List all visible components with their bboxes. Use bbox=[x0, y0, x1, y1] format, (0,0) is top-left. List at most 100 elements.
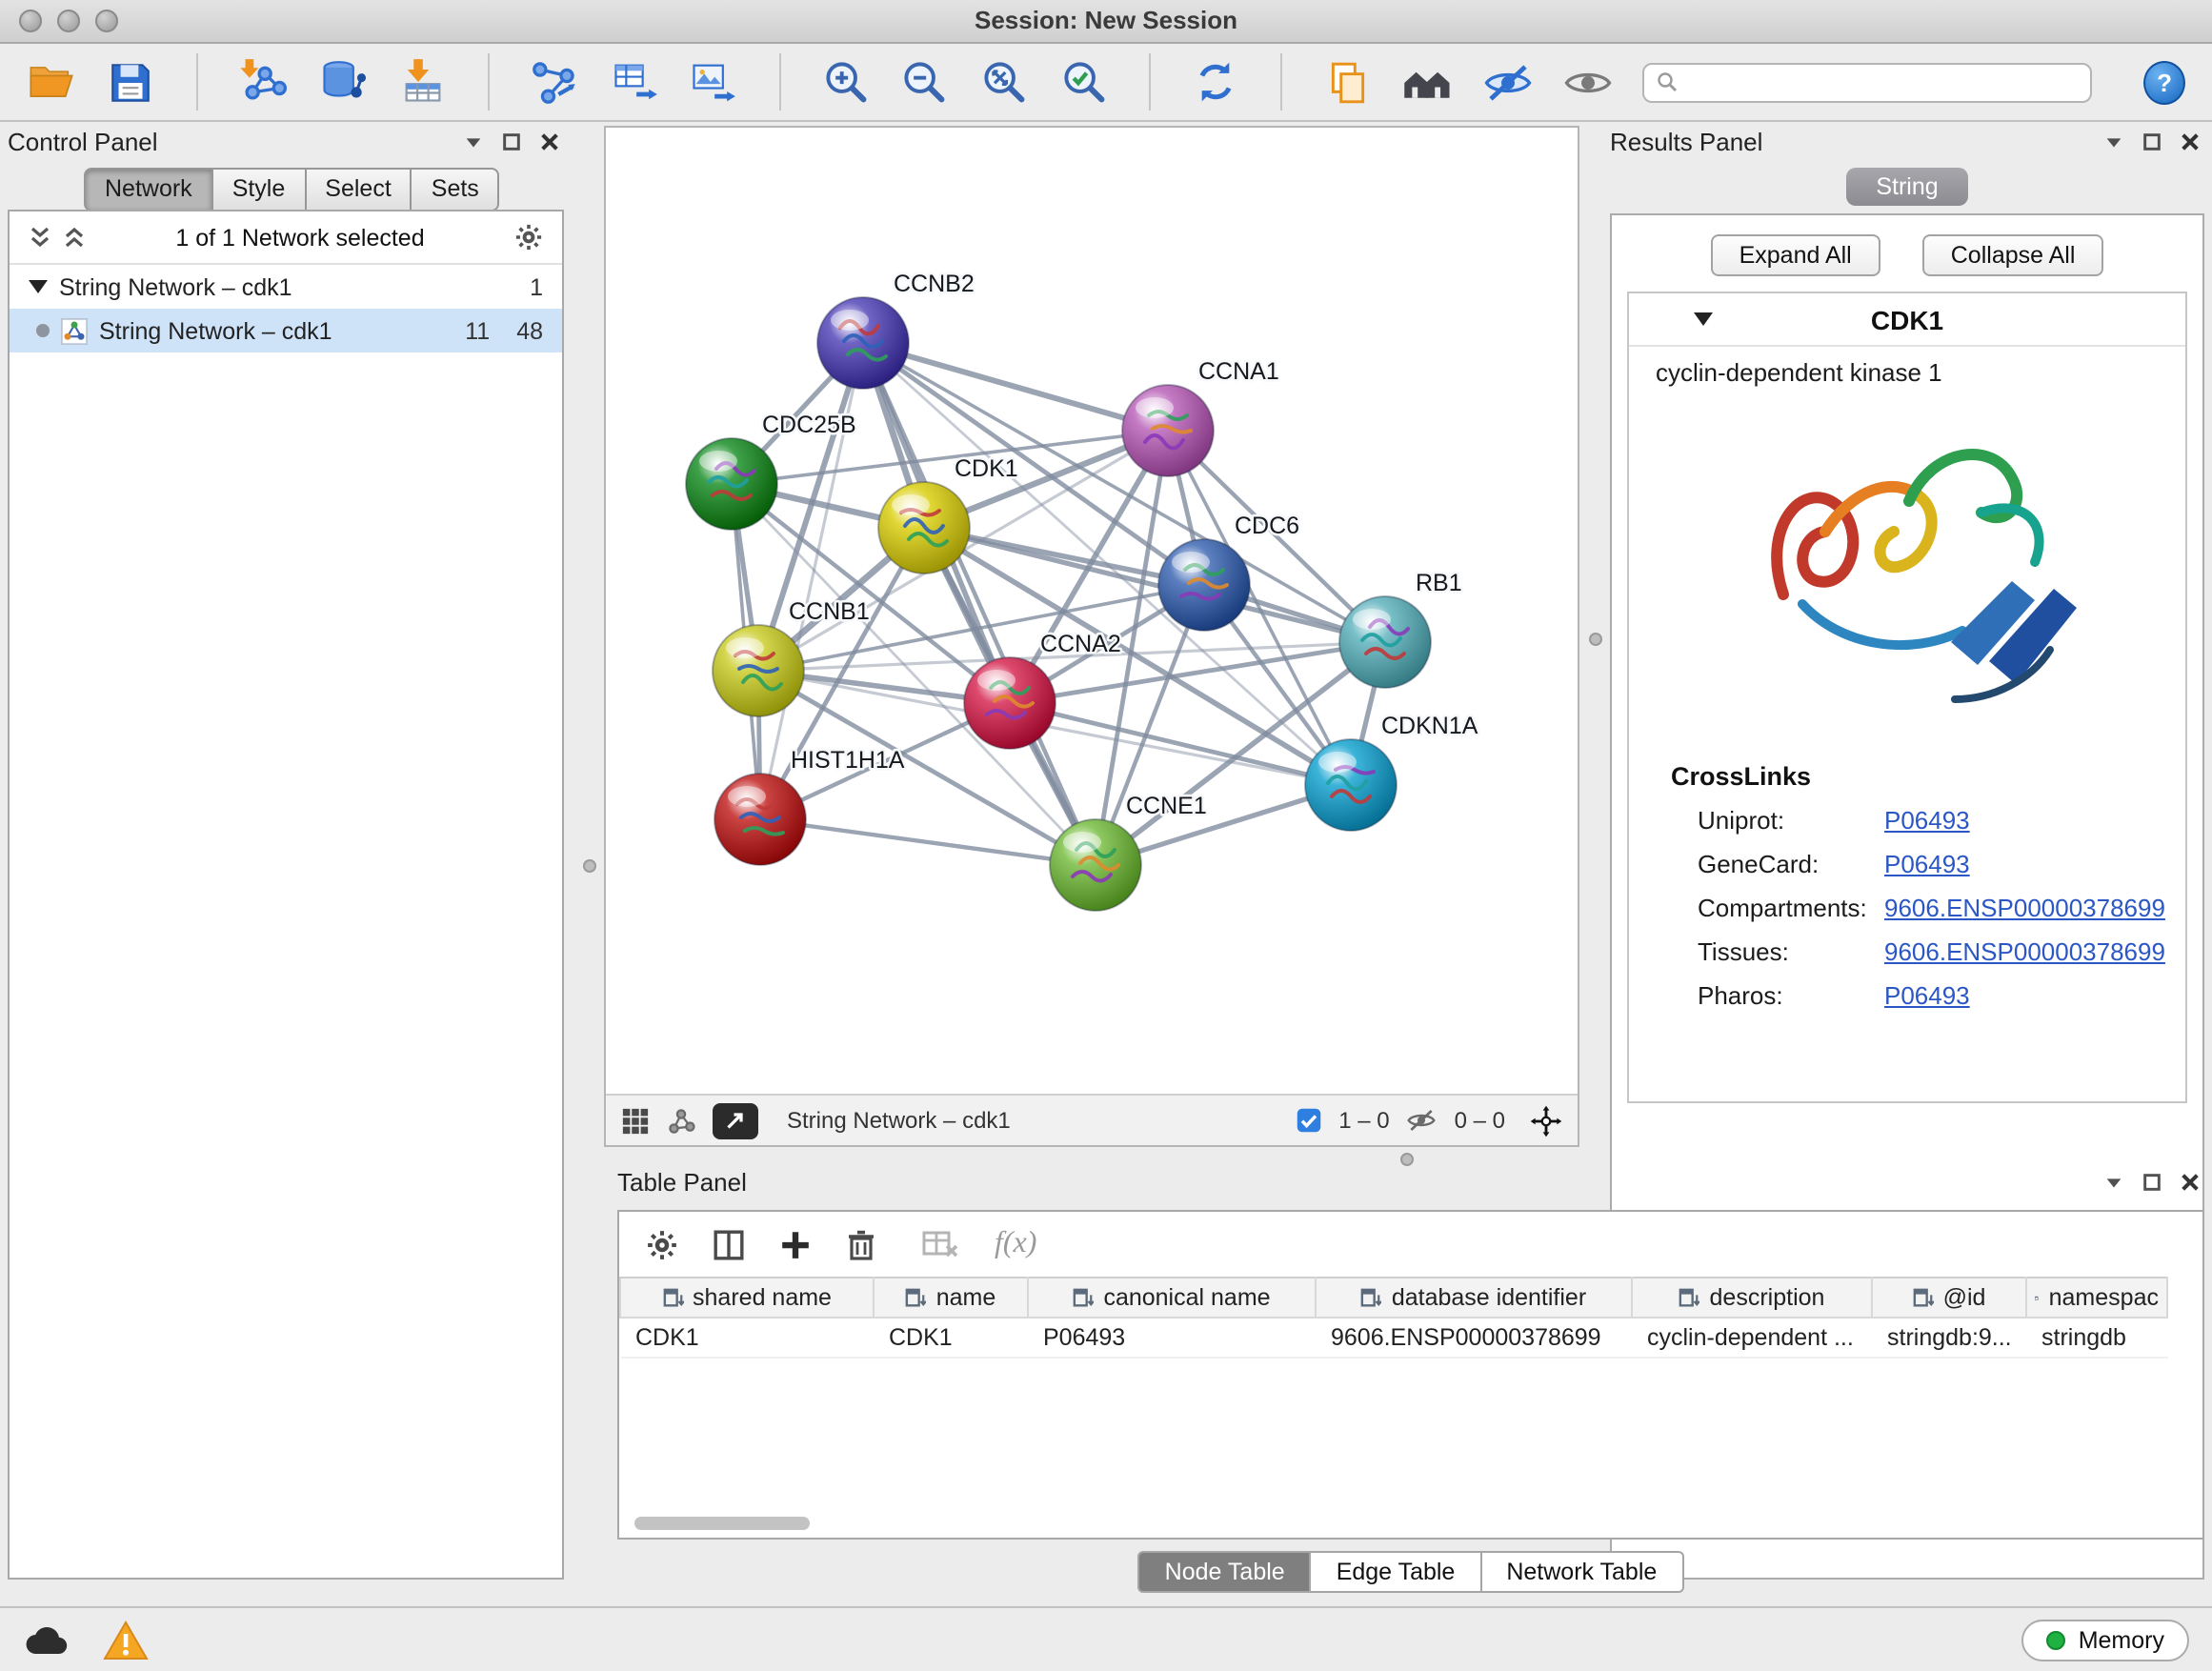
vertical-splitter-handle[interactable] bbox=[1589, 633, 1602, 646]
panel-menu-caret-icon[interactable] bbox=[2103, 1171, 2124, 1192]
network-node-rb1[interactable]: RB1 bbox=[1339, 570, 1462, 688]
detach-view-button[interactable] bbox=[713, 1102, 758, 1138]
panel-close-icon[interactable] bbox=[539, 131, 560, 151]
table-options-gear-icon[interactable] bbox=[646, 1228, 678, 1260]
network-edge[interactable] bbox=[863, 343, 1096, 865]
panel-close-icon[interactable] bbox=[2180, 131, 2201, 151]
collapse-all-networks-icon[interactable] bbox=[63, 225, 86, 250]
network-node-hist1h1a[interactable]: HIST1H1A bbox=[714, 747, 905, 865]
crosslink-tissues-link[interactable]: 9606.ENSP00000378699 bbox=[1884, 937, 2165, 966]
tab-edge-table[interactable]: Edge Table bbox=[1312, 1551, 1482, 1593]
tab-sets[interactable]: Sets bbox=[412, 168, 500, 211]
expand-all-networks-icon[interactable] bbox=[29, 225, 51, 250]
tab-node-table[interactable]: Node Table bbox=[1138, 1551, 1312, 1593]
cell-id[interactable]: stringdb:9... bbox=[1872, 1318, 2026, 1358]
save-session-icon[interactable] bbox=[106, 55, 156, 109]
open-session-icon[interactable] bbox=[27, 55, 77, 109]
cell-database-identifier[interactable]: 9606.ENSP00000378699 bbox=[1316, 1318, 1632, 1358]
view-network-icon[interactable] bbox=[667, 1106, 695, 1135]
horizontal-scrollbar-thumb[interactable] bbox=[634, 1517, 810, 1530]
cloud-icon[interactable] bbox=[23, 1621, 72, 1659]
help-icon[interactable]: ? bbox=[2143, 60, 2185, 104]
network-node-ccnb1[interactable]: CCNB1 bbox=[713, 598, 870, 716]
vertical-splitter-handle[interactable] bbox=[583, 859, 596, 873]
function-builder-icon[interactable]: f(x) bbox=[995, 1227, 1036, 1261]
column-header[interactable]: description bbox=[1632, 1278, 1872, 1318]
cell-name[interactable]: CDK1 bbox=[874, 1318, 1028, 1358]
network-edge[interactable] bbox=[863, 343, 1168, 431]
panel-close-icon[interactable] bbox=[2180, 1171, 2201, 1192]
column-header[interactable]: database identifier bbox=[1316, 1278, 1632, 1318]
home-icon[interactable] bbox=[1402, 55, 1454, 109]
import-table-from-file-icon[interactable] bbox=[397, 55, 448, 109]
tab-network[interactable]: Network bbox=[84, 168, 213, 211]
warning-icon[interactable] bbox=[103, 1619, 149, 1661]
hide-selected-icon[interactable] bbox=[1482, 55, 1534, 109]
copy-documents-icon[interactable] bbox=[1323, 55, 1374, 109]
import-network-from-database-icon[interactable] bbox=[317, 55, 368, 109]
column-header[interactable]: name bbox=[874, 1278, 1028, 1318]
protein-collapse-caret-icon[interactable] bbox=[1694, 311, 1713, 328]
network-edge[interactable] bbox=[760, 819, 1096, 865]
navigator-crosshair-icon[interactable] bbox=[1530, 1104, 1562, 1137]
cell-description[interactable]: cyclin-dependent ... bbox=[1632, 1318, 1872, 1358]
panel-menu-caret-icon[interactable] bbox=[2103, 131, 2124, 151]
cell-namespace[interactable]: stringdb bbox=[2026, 1318, 2167, 1358]
cell-canonical-name[interactable]: P06493 bbox=[1028, 1318, 1316, 1358]
column-header[interactable]: @id bbox=[1872, 1278, 2026, 1318]
protein-card-header[interactable]: CDK1 bbox=[1629, 293, 2185, 347]
show-columns-icon[interactable] bbox=[713, 1228, 745, 1260]
search-input[interactable] bbox=[1688, 67, 2079, 97]
view-grid-icon[interactable] bbox=[621, 1106, 650, 1135]
clear-table-icon[interactable] bbox=[922, 1229, 960, 1259]
crosslink-genecard-link[interactable]: P06493 bbox=[1884, 850, 1970, 878]
network-canvas[interactable]: CCNB2CCNA1CDC25BCDK1CDC6RB1CCNB1CCNA2CDK… bbox=[606, 128, 1578, 1094]
column-header[interactable]: shared name bbox=[620, 1278, 874, 1318]
column-header[interactable]: namespac bbox=[2026, 1278, 2167, 1318]
network-node-cdkn1a[interactable]: CDKN1A bbox=[1305, 713, 1478, 831]
tab-select[interactable]: Select bbox=[306, 168, 412, 211]
crosslink-row: Pharos: P06493 bbox=[1629, 974, 2185, 1017]
clone-network-icon[interactable] bbox=[609, 55, 659, 109]
minimize-window-button[interactable] bbox=[57, 10, 80, 32]
collection-expand-caret-icon[interactable] bbox=[29, 278, 48, 295]
zoom-fit-icon[interactable] bbox=[978, 55, 1029, 109]
zoom-in-icon[interactable] bbox=[820, 55, 871, 109]
close-window-button[interactable] bbox=[19, 10, 42, 32]
collapse-all-button[interactable]: Collapse All bbox=[1922, 234, 2104, 276]
tab-style[interactable]: Style bbox=[213, 168, 307, 211]
crosslink-uniprot-link[interactable]: P06493 bbox=[1884, 806, 1970, 835]
panel-menu-caret-icon[interactable] bbox=[463, 131, 484, 151]
delete-column-icon[interactable] bbox=[846, 1228, 876, 1260]
network-node-cdk1[interactable]: CDK1 bbox=[878, 455, 1018, 574]
horizontal-splitter-handle[interactable] bbox=[1400, 1153, 1414, 1166]
new-network-icon[interactable] bbox=[530, 55, 580, 109]
search-field[interactable] bbox=[1642, 62, 2092, 102]
table-row[interactable]: CDK1 CDK1 P06493 9606.ENSP00000378699 cy… bbox=[620, 1318, 2167, 1358]
panel-float-icon[interactable] bbox=[2142, 131, 2162, 151]
export-image-icon[interactable] bbox=[688, 55, 738, 109]
network-collection-row[interactable]: String Network – cdk1 1 bbox=[10, 265, 562, 309]
network-options-gear-icon[interactable] bbox=[514, 223, 543, 252]
cell-shared-name[interactable]: CDK1 bbox=[620, 1318, 874, 1358]
show-all-icon[interactable] bbox=[1562, 55, 1614, 109]
network-node-ccna1[interactable]: CCNA1 bbox=[1122, 358, 1279, 476]
zoom-out-icon[interactable] bbox=[899, 55, 950, 109]
refresh-icon[interactable] bbox=[1191, 55, 1241, 109]
tab-network-table[interactable]: Network Table bbox=[1481, 1551, 1683, 1593]
import-network-from-file-icon[interactable] bbox=[238, 55, 289, 109]
network-node-cdc6[interactable]: CDC6 bbox=[1158, 513, 1299, 631]
panel-float-icon[interactable] bbox=[501, 131, 522, 151]
network-row[interactable]: String Network – cdk1 11 48 bbox=[10, 309, 562, 352]
zoom-window-button[interactable] bbox=[95, 10, 118, 32]
panel-float-icon[interactable] bbox=[2142, 1171, 2162, 1192]
sphere-highlight bbox=[726, 637, 764, 658]
crosslink-compartments-link[interactable]: 9606.ENSP00000378699 bbox=[1884, 894, 2165, 922]
expand-all-button[interactable]: Expand All bbox=[1711, 234, 1880, 276]
zoom-selected-icon[interactable] bbox=[1057, 55, 1108, 109]
add-column-icon[interactable] bbox=[779, 1228, 812, 1260]
memory-button[interactable]: Memory bbox=[2021, 1619, 2189, 1661]
crosslink-pharos-link[interactable]: P06493 bbox=[1884, 981, 1970, 1010]
column-header[interactable]: canonical name bbox=[1028, 1278, 1316, 1318]
results-tab-string[interactable]: String bbox=[1845, 168, 1968, 206]
